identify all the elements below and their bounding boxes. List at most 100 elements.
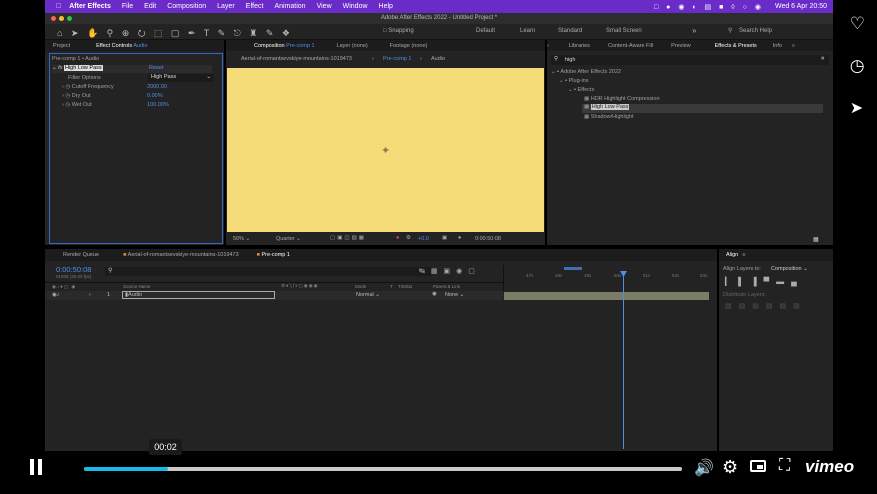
workspace-default[interactable]: Default — [476, 28, 495, 34]
share-send-icon[interactable]: ➤ — [850, 98, 865, 118]
param-row-wet-out[interactable]: › ◷ Wet Out — [62, 102, 92, 108]
workspace-small-screen[interactable]: Small Screen — [606, 28, 642, 34]
time-ruler[interactable]: 47s 48s 49s 50s 51s 52s 53s — [503, 265, 715, 291]
align-layers-to-select[interactable]: Composition ⌄ — [771, 266, 808, 272]
viewer-tool-icons[interactable]: ▢▣◫▨▦ — [330, 235, 366, 241]
tab-effects-presets[interactable]: Effects & Presets — [715, 43, 757, 49]
tab-footage-comp[interactable]: ■ Aerial-of-romantsevskiye-mountains-101… — [123, 252, 239, 258]
menu-help[interactable]: Help — [379, 3, 393, 10]
tab-footage[interactable]: Footage (none) — [390, 43, 428, 49]
menu-file[interactable]: File — [122, 3, 133, 10]
comp-viewer[interactable]: ✦ — [227, 68, 544, 232]
zoom-select[interactable]: 50% ⌄ — [233, 236, 250, 242]
crumb-footage-comp[interactable]: Aerial-of-romantsevskiye-mountains-10194… — [241, 56, 352, 62]
exposure-value[interactable]: +0.0 — [418, 236, 429, 242]
volume-icon[interactable]: 🔊 — [694, 458, 714, 478]
resolution-select[interactable]: Quarter ⌄ — [276, 236, 301, 242]
minimize-window-button[interactable] — [59, 16, 64, 21]
tab-align[interactable]: Align — [726, 252, 738, 258]
viewer-timecode[interactable]: 0:00:50:08 — [475, 236, 501, 242]
col-mode[interactable]: Mode — [355, 284, 366, 289]
tree-item[interactable]: ⌄ ▪ Plug-ins — [559, 78, 589, 84]
effect-expand-icon[interactable]: ⌄ — [52, 65, 57, 71]
workspace-overflow-icon[interactable]: » — [692, 26, 696, 35]
col-t[interactable]: T — [390, 284, 393, 289]
timeline-switch-icons[interactable]: ↹▦▣◉▢ — [419, 267, 481, 275]
current-time-indicator[interactable] — [623, 271, 624, 449]
param-value-cutoff[interactable]: 2000.00 — [147, 84, 167, 90]
camera-icon[interactable]: ▣ — [442, 235, 447, 241]
tab-content-aware-fill[interactable]: Content-Aware Fill — [608, 43, 653, 49]
col-parent-link[interactable]: Parent & Link — [433, 284, 460, 289]
tab-libraries[interactable]: Libraries — [569, 43, 590, 49]
tab-info[interactable]: Info — [773, 43, 782, 49]
tab-composition[interactable]: Composition Pre-comp 1 — [254, 43, 315, 49]
tab-preview[interactable]: Preview — [671, 43, 691, 49]
layer-parent-select[interactable]: None ⌄ — [445, 292, 464, 298]
tab-precomp-timeline[interactable]: ■ Pre-comp 1 — [257, 252, 290, 258]
search-help-input[interactable]: Search Help — [739, 28, 772, 34]
menu-edit[interactable]: Edit — [144, 3, 156, 10]
effects-search-input[interactable]: high — [565, 57, 575, 63]
workspace-learn[interactable]: Learn — [520, 28, 535, 34]
col-trkmat[interactable]: TrkMat — [398, 284, 412, 289]
param-value-dry-out[interactable]: 0.00% — [147, 93, 163, 99]
col-source-name[interactable]: Source Name — [123, 284, 151, 289]
timeline-timecode[interactable]: 0:00:50:08 — [56, 265, 91, 274]
new-bin-icon[interactable]: ▦ — [813, 236, 819, 243]
tab-render-queue[interactable]: Render Queue — [63, 252, 99, 258]
stopwatch-icon[interactable]: ◷ — [65, 84, 70, 90]
tabs-overflow-icon[interactable]: » — [792, 43, 795, 49]
picture-in-picture-icon[interactable] — [750, 460, 766, 472]
apple-icon[interactable]:  — [56, 3, 61, 10]
parent-pickwhip-icon[interactable]: ◉ — [432, 291, 437, 297]
effect-reset-button[interactable]: Reset — [149, 65, 163, 71]
menu-window[interactable]: Window — [343, 3, 368, 10]
layer-expand-icon[interactable]: › — [89, 292, 91, 298]
effect-name[interactable]: High Low Pass — [63, 65, 103, 71]
layer-search-input[interactable]: ⚲ — [105, 267, 431, 276]
show-snapshot-icon[interactable]: ● — [458, 235, 461, 241]
menu-app-name[interactable]: After Effects — [69, 3, 111, 10]
tab-effect-controls[interactable]: Effect Controls Audio — [96, 43, 147, 49]
tree-item[interactable]: ⌄ ▪ Effects — [568, 87, 594, 93]
tree-item[interactable]: ▦ Shadow/Highlight — [584, 114, 634, 120]
fullscreen-icon[interactable]: ⛶ — [779, 457, 790, 475]
layer-name-field[interactable]: ▮Audio — [122, 291, 275, 299]
tree-item[interactable]: ⌄ ▪ Adobe After Effects 2022 — [551, 69, 621, 75]
layer-switches[interactable]: ◉♪ — [52, 292, 60, 298]
menu-view[interactable]: View — [317, 3, 332, 10]
param-row-cutoff[interactable]: › ◷ Cutoff Frequency — [62, 84, 114, 90]
workspace-standard[interactable]: Standard — [558, 28, 582, 34]
param-row-dry-out[interactable]: › ◷ Dry Out — [62, 93, 91, 99]
align-buttons[interactable]: ▎▌▐▀▬▄ — [725, 277, 804, 286]
settings-gear-icon[interactable]: ⚙ — [722, 457, 738, 478]
tabs-scroll-left-icon[interactable]: ‹ — [547, 43, 549, 49]
layer-duration-bar[interactable] — [504, 292, 709, 300]
filter-options-select[interactable]: High Pass ⌄ — [148, 74, 214, 82]
pause-icon[interactable] — [30, 459, 43, 475]
color-picker-icon[interactable]: ● — [396, 235, 399, 241]
work-area-bar[interactable] — [564, 267, 582, 270]
crumb-audio[interactable]: Audio — [431, 56, 445, 62]
watch-later-clock-icon[interactable]: ◷ — [850, 56, 865, 76]
crumb-precomp[interactable]: Pre-comp 1 — [383, 56, 411, 62]
clear-search-icon[interactable]: ✕ — [820, 56, 825, 62]
menu-layer[interactable]: Layer — [217, 3, 235, 10]
tree-item[interactable]: ▦ HDR Highlight Compression — [584, 96, 660, 102]
panel-menu-icon[interactable]: ≡ — [742, 252, 745, 258]
gear-icon[interactable]: ⚙ — [406, 235, 411, 241]
param-value-wet-out[interactable]: 100.00% — [147, 102, 169, 108]
effect-header-row[interactable]: ⌄ fx High Low Pass Reset — [52, 65, 212, 73]
stopwatch-icon[interactable]: ◷ — [65, 102, 70, 108]
snapping-checkbox[interactable]: □ Snapping — [383, 28, 414, 34]
tab-project[interactable]: Project — [53, 43, 70, 49]
layer-mode-select[interactable]: Normal ⌄ — [356, 292, 380, 298]
vimeo-logo[interactable]: vimeo — [805, 457, 854, 477]
zoom-window-button[interactable] — [67, 16, 72, 21]
effects-search[interactable]: ⚲ high ✕ — [551, 55, 829, 65]
progress-track[interactable] — [84, 467, 682, 471]
menu-effect[interactable]: Effect — [246, 3, 264, 10]
tree-item-selected[interactable]: ▦ High Low Pass — [582, 104, 823, 113]
stopwatch-icon[interactable]: ◷ — [65, 93, 70, 99]
